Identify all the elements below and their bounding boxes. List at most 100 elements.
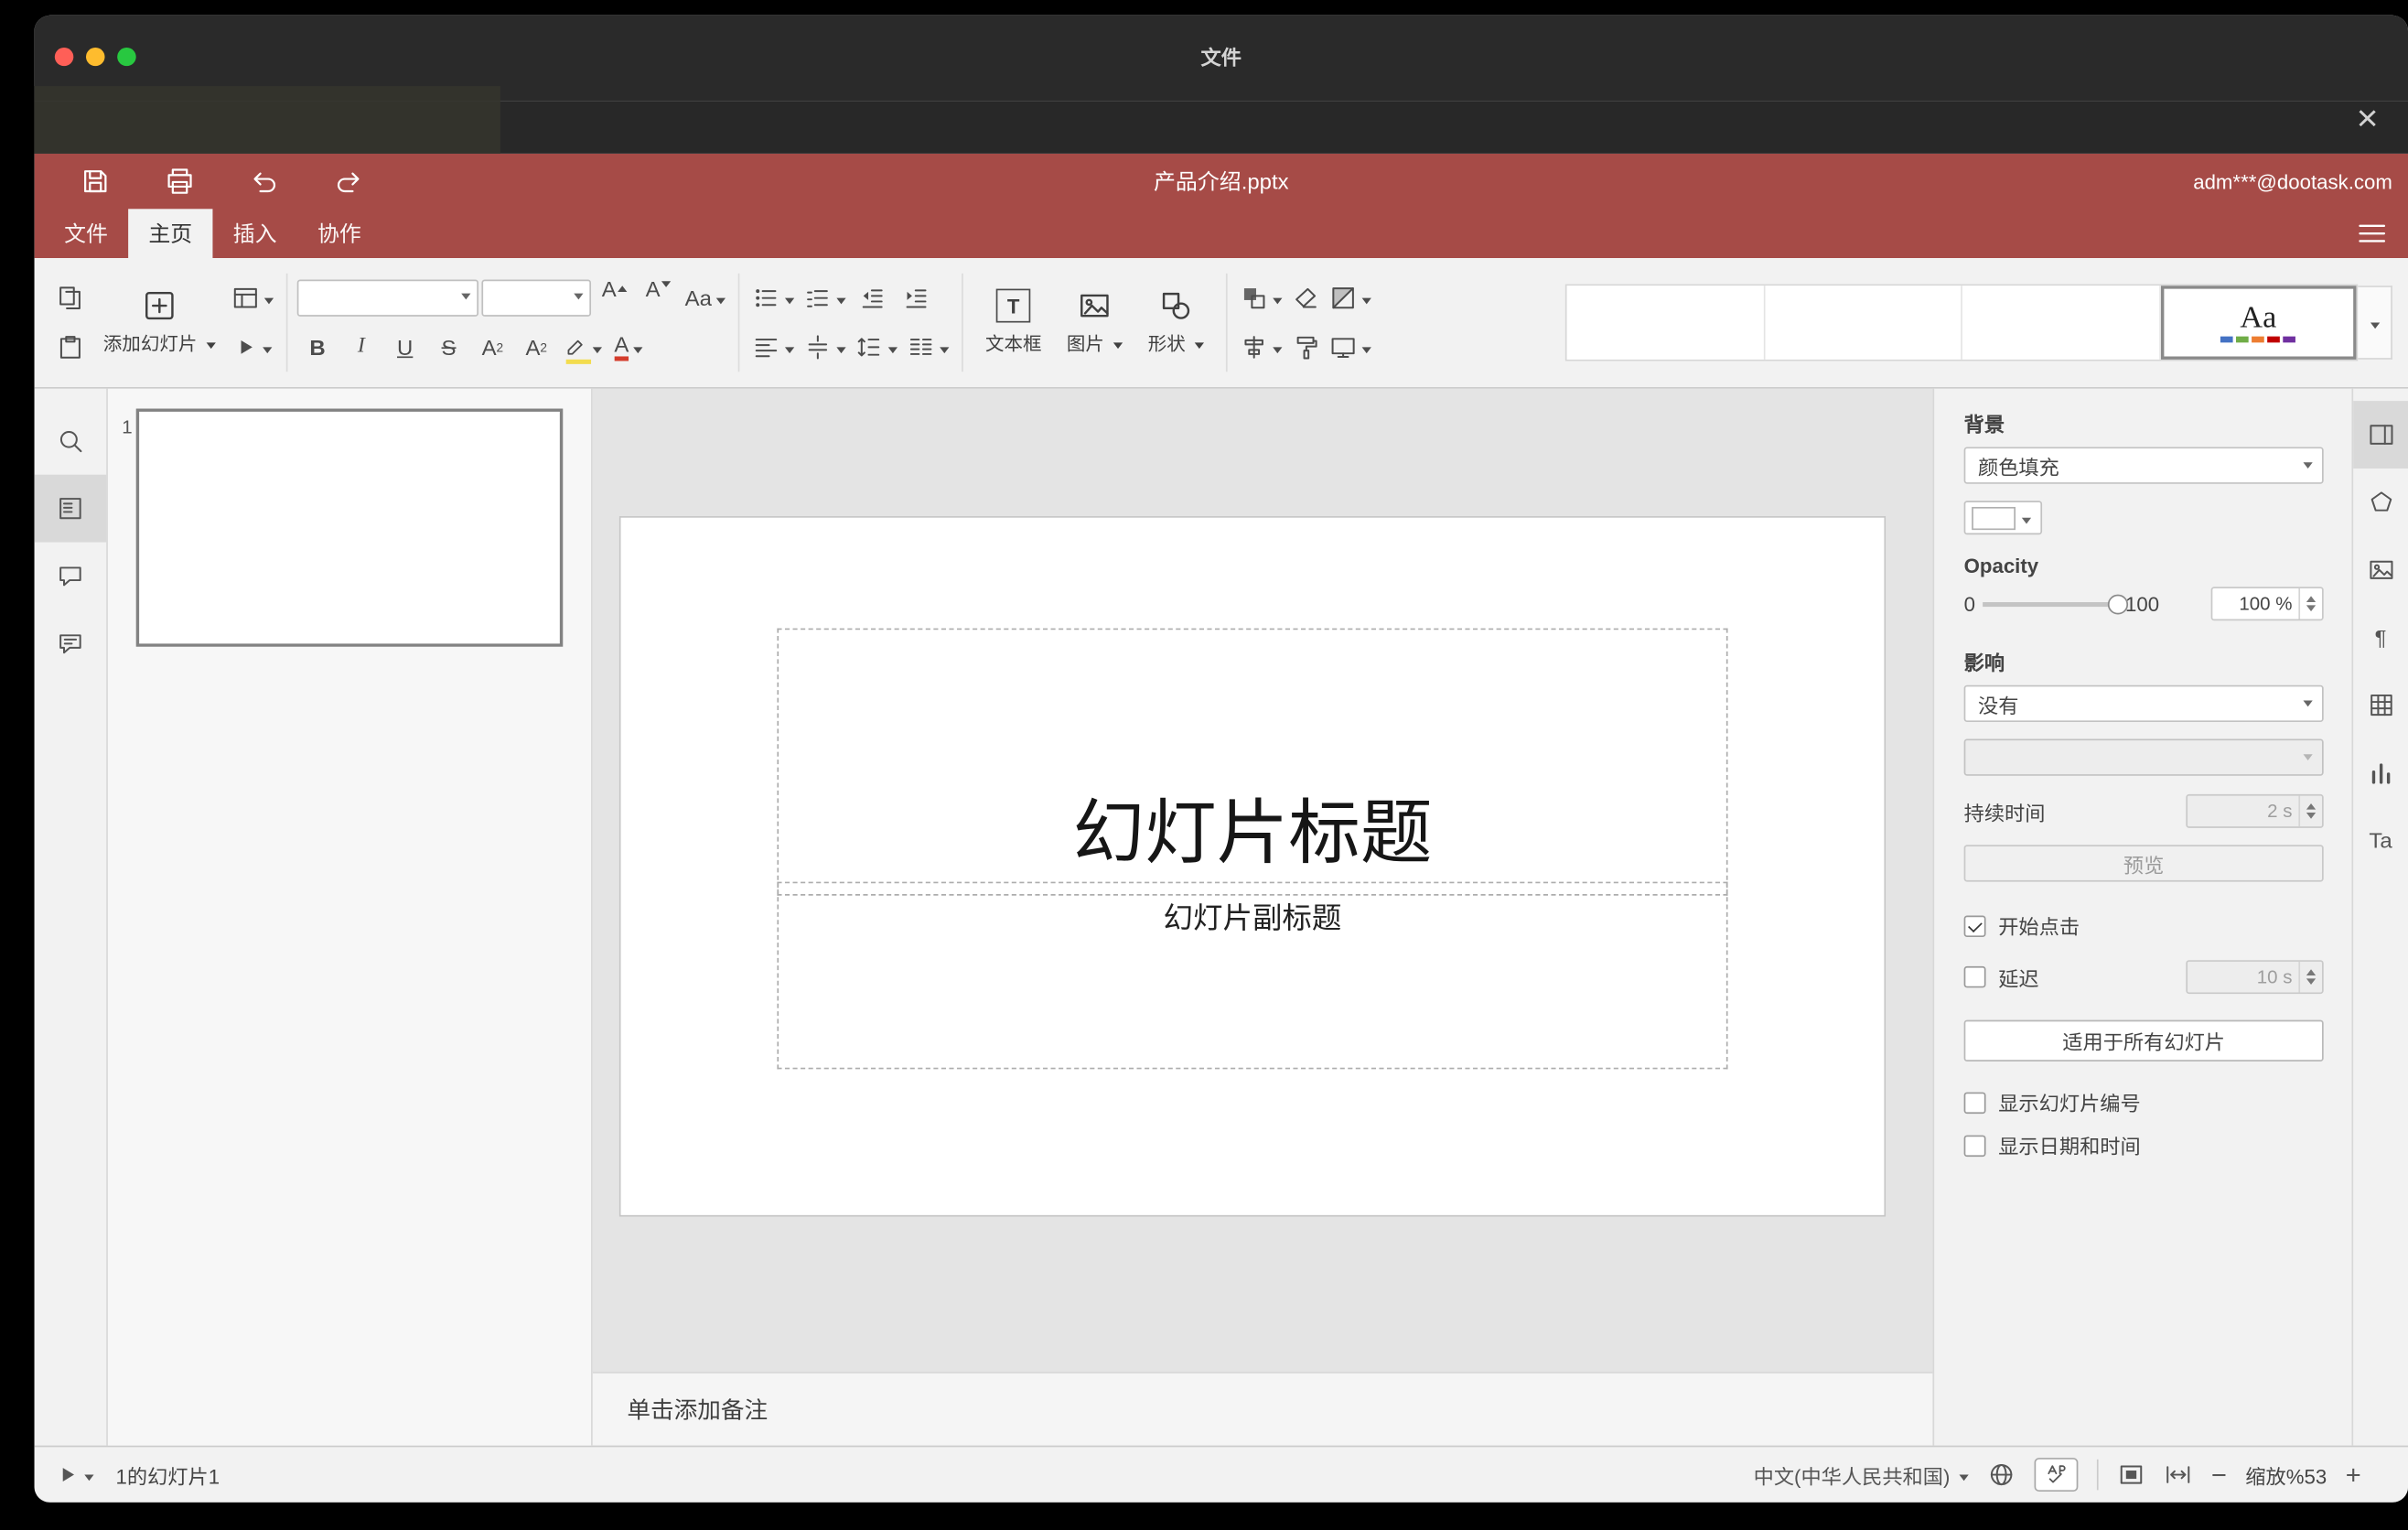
start-on-click-checkbox[interactable] bbox=[1963, 914, 1986, 937]
decrease-font-button[interactable]: A bbox=[638, 278, 678, 318]
slide-layout-button[interactable] bbox=[229, 278, 277, 318]
fill-color-select[interactable] bbox=[1963, 501, 2043, 535]
panel-tab-chart-settings[interactable] bbox=[2353, 738, 2408, 806]
decrease-indent-button[interactable] bbox=[853, 278, 893, 318]
start-on-click-row[interactable]: 开始点击 bbox=[1963, 910, 2324, 940]
clear-style-button[interactable] bbox=[1285, 278, 1326, 318]
tab-file[interactable]: 文件 bbox=[44, 209, 128, 258]
zoom-in-button[interactable]: + bbox=[2346, 1461, 2361, 1488]
tab-collaboration[interactable]: 协作 bbox=[297, 209, 382, 258]
effect-select[interactable]: 没有 bbox=[1963, 684, 2324, 722]
tab-home[interactable]: 主页 bbox=[128, 209, 213, 259]
redo-button[interactable] bbox=[328, 161, 369, 201]
insert-textbox-button[interactable]: T 文本框 bbox=[973, 267, 1054, 378]
notes-area[interactable]: 单击添加备注 bbox=[592, 1372, 1933, 1446]
superscript-button[interactable]: A2 bbox=[472, 328, 512, 368]
fit-to-width-button[interactable] bbox=[2165, 1460, 2193, 1488]
zoom-out-button[interactable]: − bbox=[2211, 1461, 2227, 1488]
increase-font-button[interactable]: A bbox=[594, 278, 634, 318]
highlight-color-button[interactable] bbox=[560, 328, 606, 368]
hamburger-menu-button[interactable] bbox=[2355, 217, 2390, 251]
theme-option-selected[interactable]: Aa bbox=[2160, 286, 2357, 360]
strikethrough-button[interactable]: S bbox=[428, 328, 468, 368]
language-selector[interactable]: 中文(中华人民共和国) bbox=[1754, 1460, 1969, 1490]
font-color-button[interactable]: A bbox=[608, 328, 649, 368]
undo-button[interactable] bbox=[244, 161, 285, 201]
bullets-button[interactable] bbox=[749, 278, 798, 318]
numbering-button[interactable] bbox=[801, 278, 849, 318]
columns-button[interactable] bbox=[904, 328, 952, 368]
slide-size-button[interactable] bbox=[1327, 328, 1375, 368]
panel-tab-table-settings[interactable] bbox=[2353, 672, 2408, 739]
delay-spinner[interactable] bbox=[2298, 961, 2322, 993]
color-scheme-button[interactable] bbox=[1327, 278, 1375, 318]
save-button[interactable] bbox=[75, 161, 115, 201]
start-slideshow-button[interactable] bbox=[229, 328, 277, 368]
subtitle-placeholder[interactable]: 幻灯片副标题 bbox=[777, 881, 1728, 1070]
italic-icon: I bbox=[357, 334, 365, 359]
opacity-input[interactable]: 100 % bbox=[2210, 587, 2324, 621]
background-fill-select[interactable]: 颜色填充 bbox=[1963, 447, 2324, 484]
chevron-down-icon bbox=[836, 296, 846, 308]
start-slideshow-status-button[interactable] bbox=[55, 1462, 94, 1487]
theme-option-2[interactable] bbox=[1764, 286, 1962, 360]
opacity-spinner[interactable] bbox=[2298, 587, 2322, 620]
bold-button[interactable]: B bbox=[297, 328, 338, 368]
delay-checkbox[interactable] bbox=[1963, 965, 1986, 988]
copy-button[interactable] bbox=[50, 278, 91, 318]
show-date-time-checkbox[interactable] bbox=[1963, 1134, 1986, 1157]
add-slide-button[interactable]: 添加幻灯片 bbox=[91, 267, 228, 378]
chevron-down-icon bbox=[1273, 296, 1283, 308]
theme-option-1[interactable] bbox=[1566, 286, 1765, 360]
panel-tab-slide-settings[interactable] bbox=[2353, 401, 2408, 469]
spellcheck-button[interactable] bbox=[2034, 1458, 2079, 1492]
show-slide-number-checkbox[interactable] bbox=[1963, 1091, 1986, 1114]
print-button[interactable] bbox=[159, 161, 199, 201]
line-spacing-button[interactable] bbox=[853, 328, 901, 368]
insert-shape-button[interactable]: 形状 bbox=[1135, 267, 1217, 378]
duration-input[interactable]: 2 s bbox=[2186, 793, 2324, 828]
panel-tab-textart-settings[interactable]: Ta bbox=[2353, 806, 2408, 874]
sidebar-item-chat[interactable] bbox=[35, 609, 107, 677]
copy-icon bbox=[57, 285, 85, 312]
panel-tab-shape-settings[interactable] bbox=[2353, 469, 2408, 536]
slide-thumbnail[interactable] bbox=[135, 408, 564, 647]
vertical-align-button[interactable] bbox=[801, 328, 849, 368]
change-case-button[interactable]: Aa bbox=[682, 278, 728, 318]
slide-canvas[interactable]: 幻灯片标题 幻灯片副标题 bbox=[618, 516, 1887, 1217]
delay-input[interactable]: 10 s bbox=[2186, 960, 2324, 995]
sidebar-item-slides[interactable] bbox=[34, 474, 107, 543]
title-placeholder[interactable]: 幻灯片标题 bbox=[777, 628, 1728, 896]
panel-tab-image-settings[interactable] bbox=[2353, 536, 2408, 604]
insert-image-button[interactable]: 图片 bbox=[1054, 267, 1135, 378]
panel-tab-paragraph-settings[interactable]: ¶ bbox=[2353, 604, 2408, 672]
sidebar-item-search[interactable] bbox=[35, 407, 107, 475]
theme-option-3[interactable] bbox=[1962, 286, 2161, 360]
preview-button[interactable]: 预览 bbox=[1963, 845, 2324, 882]
textbox-label: 文本框 bbox=[984, 333, 1042, 355]
tab-insert[interactable]: 插入 bbox=[212, 209, 296, 258]
horizontal-align-button[interactable] bbox=[749, 328, 798, 368]
arrange-shapes-button[interactable] bbox=[1237, 278, 1285, 318]
opacity-slider[interactable] bbox=[1983, 593, 2129, 614]
effect-type-select[interactable] bbox=[1963, 738, 2324, 776]
show-date-time-row[interactable]: 显示日期和时间 bbox=[1963, 1131, 2324, 1160]
underline-button[interactable]: U bbox=[384, 328, 425, 368]
copy-style-button[interactable] bbox=[1285, 328, 1326, 368]
paste-button[interactable] bbox=[50, 328, 91, 368]
fit-to-slide-button[interactable] bbox=[2117, 1460, 2145, 1488]
font-size-combo[interactable] bbox=[481, 279, 592, 317]
duration-spinner[interactable] bbox=[2298, 795, 2322, 827]
font-name-combo[interactable] bbox=[296, 279, 479, 317]
strikethrough-icon: S bbox=[441, 334, 457, 360]
document-language-button[interactable] bbox=[1987, 1460, 2016, 1488]
sidebar-item-comments[interactable] bbox=[35, 543, 107, 610]
theme-gallery-expand-button[interactable] bbox=[2358, 286, 2392, 360]
close-icon[interactable]: × bbox=[2346, 98, 2390, 141]
italic-button[interactable]: I bbox=[341, 328, 382, 368]
subscript-button[interactable]: A2 bbox=[516, 328, 556, 368]
apply-to-all-slides-button[interactable]: 适用于所有幻灯片 bbox=[1963, 1019, 2324, 1061]
show-slide-number-row[interactable]: 显示幻灯片编号 bbox=[1963, 1088, 2324, 1117]
increase-indent-button[interactable] bbox=[897, 278, 937, 318]
align-shapes-button[interactable] bbox=[1237, 328, 1285, 368]
